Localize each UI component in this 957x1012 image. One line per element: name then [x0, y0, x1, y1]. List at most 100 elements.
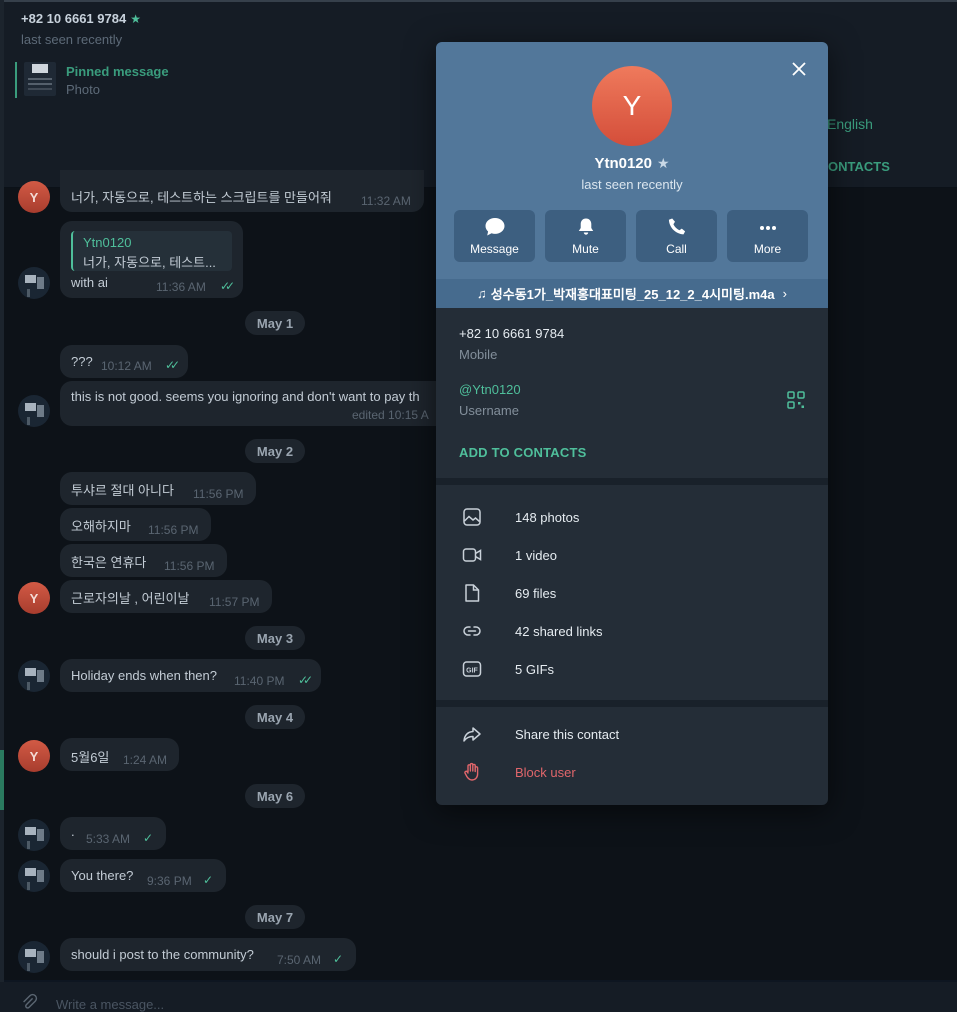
reply-text: 너가, 자동으로, 테스트... [83, 255, 216, 270]
share-contact-button[interactable]: Share this contact [515, 727, 619, 742]
svg-text:GIF: GIF [466, 667, 478, 674]
message-time: 11:57 PM [209, 595, 260, 609]
avatar[interactable] [18, 660, 50, 692]
pinned-message-title[interactable]: Pinned message [66, 64, 169, 79]
telegram-window: +82 10 6661 9784 ★ last seen recently Pin… [0, 0, 957, 1012]
more-icon [759, 226, 776, 230]
avatar-letter: Y [29, 590, 39, 606]
message-time: 11:56 PM [164, 559, 215, 573]
message-composer[interactable]: Write a message... [0, 982, 957, 1012]
profile-avatar[interactable]: Y [592, 66, 672, 146]
message-time: 1:24 AM [123, 753, 168, 767]
chevron-right-icon: › [782, 286, 787, 301]
read-check-icon: ✓✓ [298, 673, 313, 687]
message-text: ??? [71, 354, 93, 369]
profile-music-bar[interactable]: ♫ 성수동1가_박재홍대표미팅_25_12_2_4시미팅.m4a › [436, 279, 828, 308]
message-button[interactable]: Message [454, 210, 535, 262]
shared-files-link[interactable]: 69 files [515, 586, 556, 601]
reply-quote[interactable]: Ytn0120 너가, 자동으로, 테스트... [71, 231, 232, 271]
message-icon [485, 218, 504, 236]
star-icon: ★ [656, 155, 670, 171]
shared-videos-link[interactable]: 1 video [515, 548, 557, 563]
profile-header: Y Ytn0120 ★ last seen recently Message Mu… [436, 42, 828, 308]
avatar[interactable] [18, 941, 50, 973]
more-button[interactable]: More [727, 210, 808, 262]
date-separator: May 4 [245, 705, 305, 729]
avatar[interactable] [18, 267, 50, 299]
shared-photos-link[interactable]: 148 photos [515, 510, 579, 525]
message-time: 5:33 AM [86, 832, 131, 846]
avatar[interactable]: Y [18, 582, 50, 614]
message-text: Holiday ends when then? [71, 668, 217, 683]
phone-label: Mobile [459, 347, 498, 362]
block-hand-icon [464, 762, 479, 781]
call-button[interactable]: Call [636, 210, 717, 262]
sidebar-edge [0, 0, 4, 1012]
date-separator: May 6 [245, 784, 305, 808]
mute-button-label: Mute [572, 242, 599, 256]
translate-link[interactable]: English [827, 116, 873, 132]
add-to-contacts-button[interactable]: ADD TO CONTACTS [459, 445, 586, 460]
message-text: . [71, 824, 75, 839]
close-icon[interactable] [788, 58, 810, 80]
phone-number[interactable]: +82 10 6661 9784 [459, 326, 564, 341]
share-icon [463, 727, 481, 742]
sidebar-active-indicator [0, 750, 4, 810]
message-time: 9:36 PM [147, 874, 192, 888]
pinned-photo-thumbnail[interactable] [24, 62, 56, 96]
add-contacts-header-button[interactable]: ONTACTS [828, 159, 890, 174]
avatar[interactable] [18, 395, 50, 427]
message-time: 11:56 PM [193, 487, 244, 501]
read-check-icon: ✓✓ [165, 358, 180, 372]
avatar-letter: Y [29, 189, 39, 205]
shared-gifs-link[interactable]: 5 GIFs [515, 662, 554, 677]
block-user-button[interactable]: Block user [515, 765, 576, 780]
message-text: 투샤르 절대 아니다 [71, 483, 174, 498]
link-icon [463, 626, 481, 636]
gif-icon: GIF [462, 661, 482, 677]
phone-icon [668, 218, 685, 235]
message-time: 11:40 PM [234, 674, 285, 688]
more-button-label: More [753, 242, 782, 256]
message-time: 7:50 AM [277, 953, 322, 967]
read-check-icon: ✓✓ [220, 279, 235, 293]
shared-links-link[interactable]: 42 shared links [515, 624, 602, 639]
profile-name: Ytn0120 ★ [436, 155, 828, 172]
avatar[interactable]: Y [18, 181, 50, 213]
chat-title[interactable]: +82 10 6661 9784 ★ [21, 11, 141, 26]
qr-code-icon[interactable] [787, 391, 805, 409]
section-divider [436, 700, 828, 707]
avatar-letter: Y [29, 748, 39, 764]
section-divider [436, 478, 828, 485]
attach-icon[interactable] [20, 993, 38, 1011]
message-text: 근로자의날 , 어린이날 [71, 591, 190, 606]
pinned-accent-bar [15, 62, 17, 98]
mute-button[interactable]: Mute [545, 210, 626, 262]
message-text: 너가, 자동으로, 테스트하는 스크립트를 만들어줘 [71, 190, 332, 205]
username-label: Username [459, 403, 519, 418]
avatar[interactable]: Y [18, 740, 50, 772]
message-text: You there? [71, 868, 134, 883]
sent-check-icon: ✓ [203, 873, 213, 887]
avatar[interactable] [18, 819, 50, 851]
chat-title-text: +82 10 6661 9784 [21, 11, 127, 26]
date-separator: May 1 [245, 311, 305, 335]
video-icon [462, 548, 482, 562]
star-icon: ★ [130, 12, 141, 26]
message-time: edited 10:15 A [352, 408, 429, 422]
message-input[interactable]: Write a message... [56, 997, 164, 1012]
message-text: should i post to the community? [71, 947, 254, 962]
message-button-label: Message [470, 242, 519, 256]
username[interactable]: @Ytn0120 [459, 382, 521, 397]
avatar[interactable] [18, 860, 50, 892]
music-note-icon: ♫ [477, 286, 487, 301]
message-time: 11:36 AM [156, 280, 206, 294]
date-separator: May 7 [245, 905, 305, 929]
bell-icon [578, 218, 593, 235]
date-separator: May 2 [245, 439, 305, 463]
date-separator: May 3 [245, 626, 305, 650]
message-text: with ai [71, 275, 108, 290]
message-text: 5월6일 [71, 750, 110, 765]
sent-check-icon: ✓ [333, 952, 343, 966]
message-time: 11:32 AM [361, 194, 411, 208]
